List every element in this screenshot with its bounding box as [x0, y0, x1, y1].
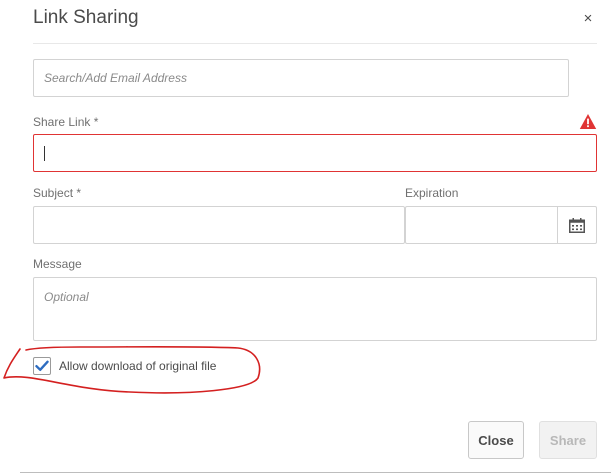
checkmark-icon	[35, 360, 49, 371]
close-button[interactable]: Close	[468, 421, 524, 459]
warning-icon	[579, 114, 597, 129]
allow-download-checkbox[interactable]	[33, 357, 51, 375]
share-button[interactable]: Share	[539, 421, 597, 459]
link-sharing-dialog: Link Sharing × Share Link * Subject * Ex…	[0, 0, 611, 475]
message-label: Message	[33, 257, 82, 271]
share-link-input[interactable]	[33, 134, 597, 172]
expiration-label: Expiration	[405, 186, 459, 200]
expiration-input[interactable]	[405, 206, 558, 244]
dialog-title: Link Sharing	[33, 7, 139, 28]
search-email-input[interactable]	[33, 59, 569, 97]
calendar-button[interactable]	[557, 206, 597, 244]
calendar-icon	[569, 217, 585, 233]
share-link-label: Share Link *	[33, 115, 99, 129]
text-caret	[44, 146, 45, 161]
title-divider	[33, 43, 597, 44]
message-textarea[interactable]	[33, 277, 597, 341]
subject-label: Subject *	[33, 186, 82, 200]
subject-input[interactable]	[33, 206, 405, 244]
bottom-divider	[20, 472, 611, 473]
close-icon[interactable]: ×	[579, 9, 597, 27]
allow-download-label: Allow download of original file	[59, 359, 217, 373]
